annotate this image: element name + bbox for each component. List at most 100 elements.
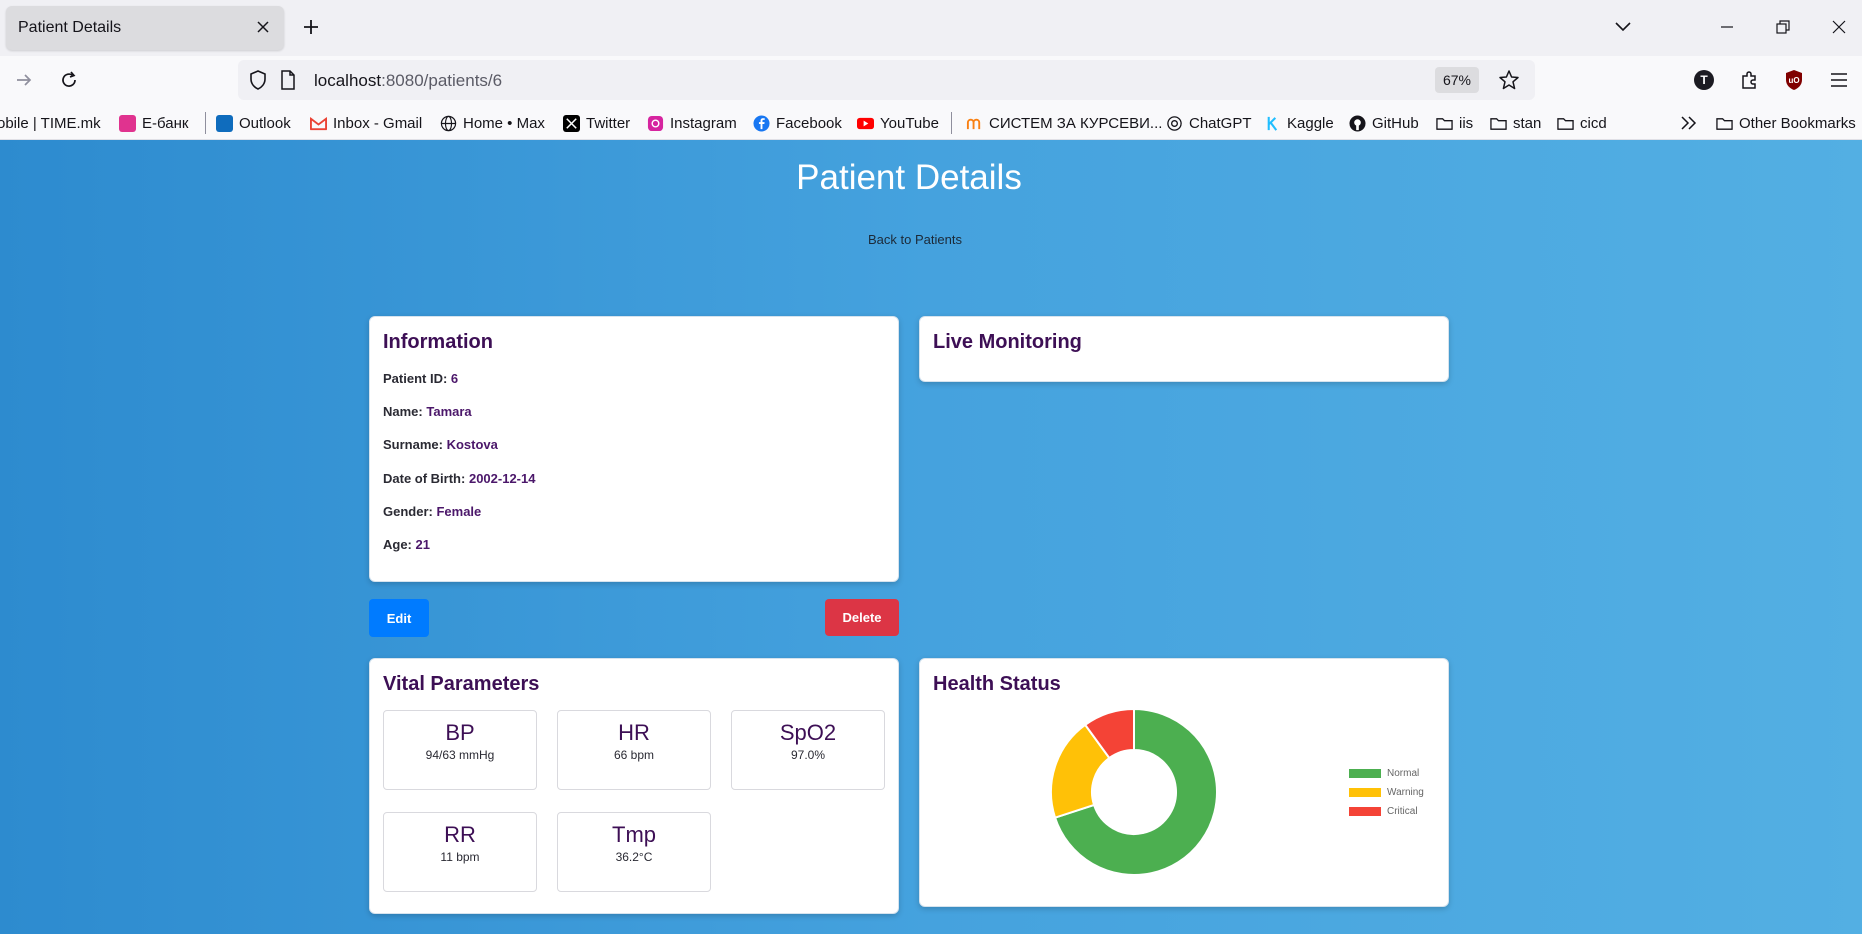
extensions-icon[interactable]	[1735, 66, 1763, 94]
minimize-icon[interactable]	[1712, 12, 1742, 42]
bookmark-moodle[interactable]: СИСТЕМ ЗА КУРСЕВИ...	[966, 113, 1162, 133]
vital-name: RR	[444, 822, 476, 847]
app-menu-icon[interactable]	[1825, 66, 1853, 94]
page-title: Patient Details	[796, 158, 1022, 197]
svg-text:uO: uO	[1788, 76, 1799, 85]
browser-tab-bar: Patient Details	[0, 0, 1862, 56]
bookmark-label: stan	[1513, 114, 1542, 132]
live-monitoring-heading: Live Monitoring	[933, 331, 1082, 353]
bookmark-label: ChatGPT	[1189, 114, 1252, 132]
bookmark-facebook[interactable]: Facebook	[753, 113, 842, 133]
bookmark-outlook[interactable]: Outlook	[216, 113, 291, 133]
zoom-level-badge[interactable]: 67%	[1434, 67, 1479, 93]
url-text[interactable]: localhost:8080/patients/6	[314, 71, 502, 91]
bookmark-label: YouTube	[880, 114, 939, 132]
legend-swatch	[1349, 788, 1381, 797]
restore-icon[interactable]	[1768, 12, 1798, 42]
vital-value: 97.0%	[790, 748, 826, 762]
globe-icon	[440, 115, 457, 131]
legend-item-warning[interactable]: Warning	[1349, 787, 1424, 798]
back-link-label: Back to Patients	[868, 232, 962, 247]
live-monitoring-card: Live Monitoring	[919, 316, 1449, 382]
reload-icon[interactable]	[55, 66, 83, 94]
forward-icon[interactable]	[10, 66, 38, 94]
info-value: Tamara	[426, 404, 472, 419]
page-content: Patient Details Back to Patients Informa…	[0, 140, 1862, 934]
github-icon	[1349, 114, 1366, 132]
bookmark-label: Kaggle	[1287, 114, 1334, 132]
info-label: Age:	[383, 537, 412, 552]
bookmark-twitter[interactable]: Twitter	[563, 113, 630, 133]
folder-icon	[1490, 117, 1507, 130]
health-status-heading: Health Status	[933, 673, 1061, 695]
bookmark-label: GitHub	[1372, 114, 1419, 132]
vital-hr-tile: HR 66 bpm	[557, 710, 711, 790]
bookmark-label: cicd	[1580, 114, 1607, 132]
info-value: 6	[450, 371, 459, 386]
information-heading: Information	[383, 331, 493, 353]
info-row-dob: Date of Birth: 2002-12-14	[383, 471, 535, 486]
other-bookmarks[interactable]: Other Bookmarks	[1716, 113, 1856, 133]
browser-nav-bar: localhost:8080/patients/6 67% T uO	[0, 56, 1862, 104]
bookmark-star-icon[interactable]	[1497, 68, 1521, 92]
bookmark-label: Inbox - Gmail	[333, 114, 423, 132]
bookmark-kaggle[interactable]: Kaggle	[1264, 113, 1334, 133]
edit-button[interactable]: Edit	[369, 599, 429, 637]
facebook-icon	[753, 114, 770, 132]
vital-spo2-tile: SpO2 97.0%	[731, 710, 885, 790]
delete-button[interactable]: Delete	[825, 599, 899, 636]
page-info-icon[interactable]	[280, 70, 296, 95]
gmail-icon	[310, 116, 327, 130]
info-label: Patient ID:	[383, 371, 448, 386]
profile-initial: T	[1700, 73, 1708, 87]
bookmark-time-mk[interactable]: obile | TIME.mk	[0, 113, 101, 133]
info-row-age: Age: 21	[383, 537, 430, 552]
bookmark-separator	[205, 112, 206, 134]
browser-tab[interactable]: Patient Details	[6, 6, 284, 50]
bookmark-folder-cicd[interactable]: cicd	[1557, 113, 1607, 133]
other-bookmarks-label: Other Bookmarks	[1739, 114, 1856, 132]
vital-name: SpO2	[779, 720, 837, 745]
bookmark-instagram[interactable]: Instagram	[647, 113, 737, 133]
legend-item-critical[interactable]: Critical	[1349, 806, 1418, 817]
info-value: Kostova	[446, 437, 498, 452]
bookmark-label: Е-банк	[142, 114, 189, 132]
chatgpt-icon	[1167, 115, 1182, 131]
folder-icon	[1436, 117, 1453, 130]
vital-parameters-card: Vital Parameters BP 94/63 mmHg HR 66 bpm…	[369, 658, 899, 914]
bookmark-gmail[interactable]: Inbox - Gmail	[310, 113, 422, 133]
shield-icon[interactable]	[248, 69, 268, 96]
vital-name: HR	[618, 720, 650, 745]
tab-title: Patient Details	[18, 19, 122, 36]
bookmark-github[interactable]: GitHub	[1349, 113, 1419, 133]
close-tab-icon[interactable]	[252, 16, 274, 38]
bookmark-youtube[interactable]: YouTube	[857, 113, 939, 133]
bookmark-folder-stan[interactable]: stan	[1490, 113, 1541, 133]
list-tabs-icon[interactable]	[1608, 12, 1638, 42]
bookmark-label: СИСТЕМ ЗА КУРСЕВИ...	[989, 114, 1163, 132]
info-label: Date of Birth:	[383, 471, 466, 486]
info-label: Surname:	[383, 437, 443, 452]
bookmark-ebank[interactable]: Е-банк	[119, 113, 188, 133]
info-value: Female	[436, 504, 482, 519]
bookmark-chatgpt[interactable]: ChatGPT	[1166, 113, 1252, 133]
moodle-icon	[966, 118, 981, 129]
bookmark-home-max[interactable]: Home • Max	[440, 113, 545, 133]
bookmark-label: Home • Max	[463, 114, 545, 132]
bookmark-label: iis	[1459, 114, 1474, 132]
bookmark-folder-iis[interactable]: iis	[1436, 113, 1473, 133]
legend-item-normal[interactable]: Normal	[1349, 768, 1419, 779]
url-bar[interactable]: localhost:8080/patients/6 67%	[238, 60, 1535, 100]
legend-swatch	[1349, 807, 1381, 816]
vital-name: Tmp	[612, 822, 656, 847]
info-value: 21	[415, 537, 430, 552]
bookmark-separator	[951, 112, 952, 134]
legend-label: Critical	[1387, 806, 1418, 817]
info-row-gender: Gender: Female	[383, 504, 481, 519]
close-window-icon[interactable]	[1824, 12, 1854, 42]
ublock-origin-icon[interactable]: uO	[1780, 66, 1808, 94]
back-to-patients-link[interactable]: Back to Patients	[0, 232, 1830, 247]
more-bookmarks-icon[interactable]	[1680, 113, 1698, 133]
new-tab-icon[interactable]	[298, 14, 324, 40]
profile-avatar-icon[interactable]: T	[1690, 66, 1718, 94]
